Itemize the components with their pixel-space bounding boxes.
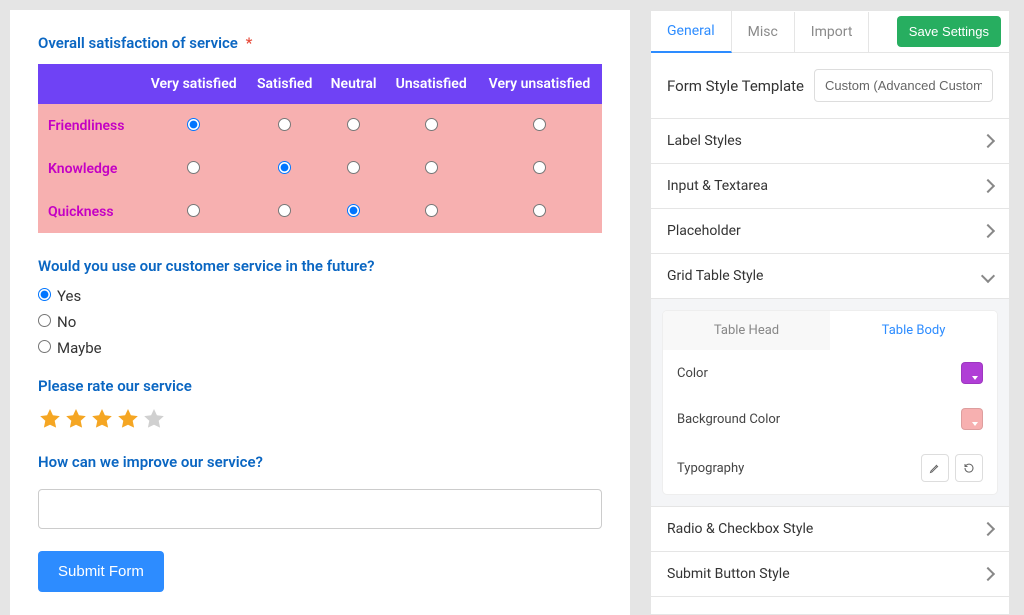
matrix-radio[interactable] <box>425 118 438 131</box>
matrix-col-header: Unsatisfied <box>386 64 477 104</box>
matrix-row-header: Quickness <box>38 190 140 233</box>
grid-table-body: Table Head Table Body Color Background C… <box>651 298 1009 506</box>
radio-input[interactable] <box>38 288 51 301</box>
star-icon[interactable] <box>142 407 166 431</box>
matrix-col-header: Very satisfied <box>140 64 248 104</box>
question-label-rate: Please rate our service <box>38 377 602 395</box>
matrix-radio[interactable] <box>533 204 546 217</box>
tab-import[interactable]: Import <box>795 12 870 52</box>
form-style-template-select[interactable] <box>814 69 993 102</box>
reset-icon <box>963 462 975 474</box>
matrix-row-header: Friendliness <box>38 104 140 147</box>
prop-bgcolor-label: Background Color <box>677 412 780 427</box>
question-label-satisfaction: Overall satisfaction of service * <box>38 34 602 52</box>
matrix-col-header: Neutral <box>322 64 386 104</box>
star-icon[interactable] <box>90 407 114 431</box>
grid-table-subtabs: Table Head Table Body <box>663 311 997 350</box>
matrix-row-header: Knowledge <box>38 147 140 190</box>
pencil-icon <box>929 462 941 474</box>
matrix-radio[interactable] <box>347 118 360 131</box>
settings-panel: General Misc Import Save Settings Form S… <box>650 10 1010 615</box>
tab-misc[interactable]: Misc <box>732 12 795 52</box>
accordion-placeholder[interactable]: Placeholder <box>651 208 1009 253</box>
radio-option[interactable]: Yes <box>38 287 602 305</box>
matrix-table: Very satisfied Satisfied Neutral Unsatis… <box>38 64 602 233</box>
star-rating[interactable] <box>38 407 602 431</box>
star-icon[interactable] <box>116 407 140 431</box>
chevron-down-icon <box>981 269 995 283</box>
background-color-swatch[interactable] <box>961 408 983 430</box>
radio-input[interactable] <box>38 340 51 353</box>
star-icon[interactable] <box>64 407 88 431</box>
submit-button[interactable]: Submit Form <box>38 551 164 592</box>
matrix-radio[interactable] <box>347 204 360 217</box>
form-style-template-label: Form Style Template <box>667 77 804 95</box>
subtab-table-body[interactable]: Table Body <box>830 311 997 350</box>
chevron-right-icon <box>981 134 995 148</box>
chevron-right-icon <box>981 567 995 581</box>
radio-option[interactable]: Maybe <box>38 339 602 357</box>
tab-general[interactable]: General <box>651 11 732 53</box>
prop-color-label: Color <box>677 366 708 381</box>
matrix-radio[interactable] <box>278 161 291 174</box>
form-style-template-row: Form Style Template <box>651 53 1009 118</box>
matrix-radio[interactable] <box>533 161 546 174</box>
accordion-input-textarea[interactable]: Input & Textarea <box>651 163 1009 208</box>
required-asterisk: * <box>246 34 253 52</box>
chevron-right-icon <box>981 522 995 536</box>
subtab-table-head[interactable]: Table Head <box>663 311 830 350</box>
accordion-grid-table-style[interactable]: Grid Table Style <box>651 253 1009 298</box>
typography-edit-button[interactable] <box>921 454 949 482</box>
chevron-right-icon <box>981 179 995 193</box>
matrix-radio[interactable] <box>187 161 200 174</box>
matrix-radio[interactable] <box>425 204 438 217</box>
question-label-improve: How can we improve our service? <box>38 453 602 471</box>
radio-option[interactable]: No <box>38 313 602 331</box>
accordion-radio-checkbox-style[interactable]: Radio & Checkbox Style <box>651 506 1009 551</box>
question-label-future: Would you use our customer service in th… <box>38 257 602 275</box>
improve-input[interactable] <box>38 489 602 529</box>
radio-input[interactable] <box>38 314 51 327</box>
matrix-col-header: Satisfied <box>248 64 322 104</box>
matrix-radio[interactable] <box>278 204 291 217</box>
matrix-radio[interactable] <box>425 161 438 174</box>
settings-tabs: General Misc Import Save Settings <box>651 11 1009 53</box>
radio-group-future: Yes No Maybe <box>38 287 602 357</box>
typography-reset-button[interactable] <box>955 454 983 482</box>
matrix-col-header: Very unsatisfied <box>477 64 602 104</box>
save-settings-button[interactable]: Save Settings <box>897 16 1001 47</box>
form-preview-panel: Overall satisfaction of service * Very s… <box>10 10 630 615</box>
accordion-label-styles[interactable]: Label Styles <box>651 118 1009 163</box>
matrix-radio[interactable] <box>187 118 200 131</box>
matrix-radio[interactable] <box>187 204 200 217</box>
matrix-radio[interactable] <box>533 118 546 131</box>
prop-typography-label: Typography <box>677 461 744 476</box>
chevron-right-icon <box>981 224 995 238</box>
color-swatch[interactable] <box>961 362 983 384</box>
matrix-radio[interactable] <box>278 118 291 131</box>
accordion-submit-button-style[interactable]: Submit Button Style <box>651 551 1009 597</box>
star-icon[interactable] <box>38 407 62 431</box>
matrix-radio[interactable] <box>347 161 360 174</box>
